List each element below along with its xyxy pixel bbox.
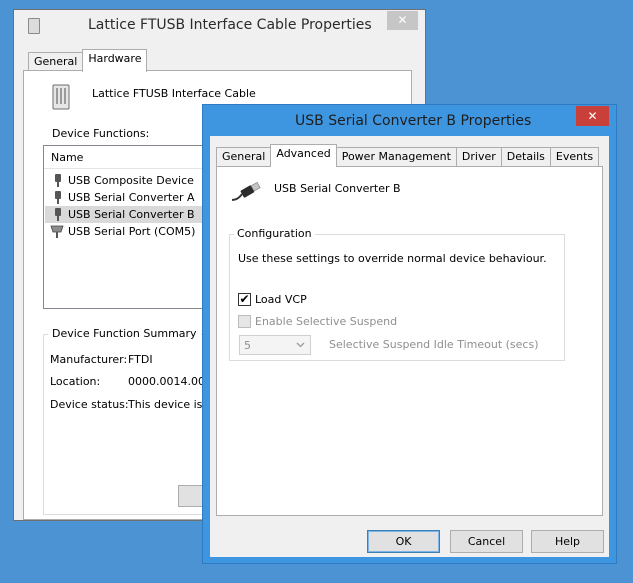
list-header-name[interactable]: Name (51, 151, 83, 164)
chevron-down-icon (296, 342, 305, 348)
tab-events[interactable]: Events (549, 147, 600, 167)
selective-suspend-label[interactable]: Enable Selective Suspend (255, 315, 397, 328)
configuration-group-label: Configuration (234, 227, 315, 240)
list-item-label: USB Serial Port (COM5) (68, 225, 196, 238)
front-close-button[interactable]: ✕ (576, 106, 609, 126)
front-window-title: USB Serial Converter B Properties (295, 113, 532, 129)
front-tab-strip: General Advanced Power Management Driver… (216, 144, 600, 167)
manufacturer-label: Manufacturer: (50, 353, 128, 366)
back-close-button[interactable]: ✕ (387, 11, 418, 30)
tab-power-management[interactable]: Power Management (335, 147, 457, 167)
selective-suspend-checkbox[interactable] (238, 315, 251, 328)
list-item-label: USB Serial Converter A (68, 191, 195, 204)
cable-device-icon (52, 84, 70, 110)
list-item-label: USB Serial Converter B (68, 208, 195, 221)
back-device-name: Lattice FTUSB Interface Cable (92, 87, 256, 100)
ok-button[interactable]: OK (367, 530, 440, 553)
serial-port-icon (50, 225, 64, 238)
tab-driver[interactable]: Driver (455, 147, 502, 167)
timeout-select[interactable]: 5 (239, 335, 311, 355)
timeout-label: Selective Suspend Idle Timeout (secs) (329, 338, 539, 351)
device-icon (28, 18, 40, 34)
back-window-title: Lattice FTUSB Interface Cable Properties (88, 17, 372, 33)
manufacturer-value: FTDI (128, 353, 153, 366)
front-titlebar[interactable]: USB Serial Converter B Properties ✕ (203, 105, 616, 136)
load-vcp-checkbox[interactable]: ✔ (238, 293, 251, 306)
timeout-select-value: 5 (244, 339, 251, 352)
usb-plug-icon (55, 174, 61, 187)
device-status-label: Device status: (50, 398, 129, 411)
front-client-area: General Advanced Power Management Driver… (210, 136, 609, 557)
tab-general[interactable]: General (216, 147, 272, 167)
usb-serial-converter-b-window: USB Serial Converter B Properties ✕ Gene… (202, 104, 617, 564)
front-device-name: USB Serial Converter B (274, 182, 401, 195)
cancel-button[interactable]: Cancel (450, 530, 523, 553)
tab-advanced[interactable]: Advanced (270, 144, 337, 167)
function-summary-title: Device Function Summary (48, 327, 201, 340)
back-titlebar[interactable]: Lattice FTUSB Interface Cable Properties… (14, 10, 425, 42)
back-tab-general[interactable]: General (28, 52, 84, 72)
back-tab-hardware[interactable]: Hardware (82, 49, 148, 72)
tab-details[interactable]: Details (500, 147, 551, 167)
location-value: 0000.0014.000 (128, 375, 212, 388)
usb-plug-icon (55, 208, 61, 221)
load-vcp-label[interactable]: Load VCP (255, 293, 307, 306)
usb-plug-icon (55, 191, 61, 204)
configuration-description: Use these settings to override normal de… (238, 252, 547, 265)
device-functions-label: Device Functions: (52, 127, 150, 140)
advanced-panel: USB Serial Converter B Configuration Use… (216, 166, 603, 516)
location-label: Location: (50, 375, 101, 388)
usb-connector-icon (231, 181, 261, 201)
help-button[interactable]: Help (531, 530, 604, 553)
back-tab-strip: General Hardware (28, 49, 148, 72)
list-item-label: USB Composite Device (68, 174, 194, 187)
